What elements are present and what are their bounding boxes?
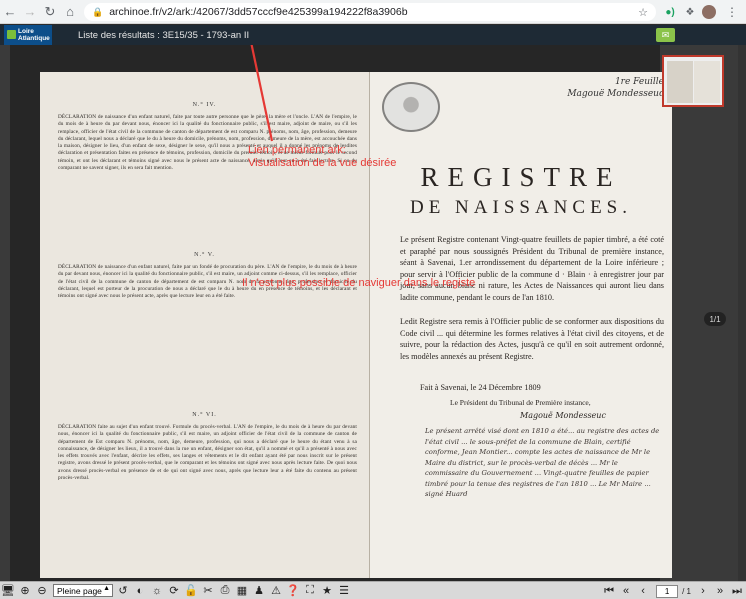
page-number-input[interactable]: 1	[656, 584, 679, 598]
lock-icon: 🔒	[92, 6, 104, 17]
viewer-scrollbar[interactable]	[738, 45, 746, 581]
unlock-icon[interactable]: 🔓	[183, 583, 199, 599]
last-page-icon[interactable]: ⏭	[729, 583, 745, 599]
browser-toolbar: ← → ↻ ⌂ 🔒 archinoe.fr/v2/ark:/42067/3dd5…	[0, 0, 746, 24]
prev-page-icon[interactable]: ‹	[635, 583, 651, 599]
browser-menu-icon[interactable]: ⋮	[724, 4, 740, 20]
first-page-icon[interactable]: ⏮	[601, 583, 617, 599]
next-fast-icon[interactable]: »	[712, 583, 728, 599]
printed-model-text: DÉCLARATION faite au sujet d'un enfant t…	[58, 424, 357, 482]
rotate-icon[interactable]: ↺	[115, 583, 131, 599]
register-body-text: Le présent Registre contenant Vingt-quat…	[400, 235, 664, 302]
zoom-out-icon[interactable]: ⊖	[34, 583, 50, 599]
viewer-toolbar: 🖥 ⊕ ⊖ Pleine page ▲ ↺ ◐ ☼ ⟳ 🔓 ✂ ⎙ ▦ ♟ ⚠ ❓…	[0, 581, 746, 599]
forward-arrow-icon[interactable]: →	[20, 2, 40, 22]
registre-heading: REGISTRE	[420, 162, 622, 192]
register-body-text-2: Ledit Registre sera remis à l'Officier p…	[400, 317, 664, 361]
app-header: Loire Atlantique Liste des résultats : 3…	[0, 25, 746, 45]
crop-icon[interactable]: ✂	[200, 583, 216, 599]
page-navigation: ⏮ « ‹ 1 / 1 › » ⏭	[601, 583, 746, 599]
image-viewer[interactable]: N.° IV. DÉCLARATION de naissance d'un en…	[0, 45, 746, 581]
contrast-icon[interactable]: ◐	[132, 583, 148, 599]
calendar-icon[interactable]: ▦	[234, 583, 250, 599]
address-bar[interactable]: 🔒 archinoe.fr/v2/ark:/42067/3dd57cccf9e4…	[84, 3, 656, 21]
naissances-heading: DE NAISSANCES.	[409, 197, 633, 218]
handwritten-certification: Le présent arrêté visé dont en 1810 a ét…	[425, 427, 660, 498]
scanned-register-image: N.° IV. DÉCLARATION de naissance d'un en…	[10, 45, 672, 581]
folio-signature: 1re Feuille Magouë Mondesseuc	[567, 77, 664, 99]
extensions-puzzle-icon[interactable]: ❖	[682, 4, 698, 20]
monitor-icon[interactable]: 🖥	[0, 583, 16, 599]
url-text: archinoe.fr/v2/ark:/42067/3dd57cccf9e425…	[109, 6, 408, 18]
back-arrow-icon[interactable]: ←	[0, 2, 20, 22]
recording-extension-icon[interactable]: ●)	[662, 4, 678, 20]
fait-line: Fait à Savenai, le 24 Décembre 1809	[420, 383, 541, 392]
reload-icon[interactable]: ↻	[40, 2, 60, 22]
page-indicator: 1/1	[704, 312, 726, 326]
fullscreen-icon[interactable]: ⛶	[302, 583, 318, 599]
brightness-icon[interactable]: ☼	[149, 583, 165, 599]
navigation-warning-annotation: Il n'est plus possible de naviguer dans …	[242, 277, 476, 289]
home-icon[interactable]: ⌂	[60, 2, 80, 22]
reset-icon[interactable]: ⟳	[166, 583, 182, 599]
zoom-select[interactable]: Pleine page ▲	[53, 584, 113, 597]
prev-fast-icon[interactable]: «	[618, 583, 634, 599]
bookmark-star-icon[interactable]: ☆	[638, 6, 648, 19]
section-title: N.° V.	[194, 252, 215, 258]
person-icon[interactable]: ♟	[251, 583, 267, 599]
print-icon[interactable]: ⎙	[217, 583, 233, 599]
profile-avatar[interactable]	[702, 5, 716, 19]
next-page-icon[interactable]: ›	[695, 583, 711, 599]
president-signature: Magouë Mondesseuc	[520, 411, 606, 420]
president-line: Le Président du Tribunal de Première ins…	[450, 398, 591, 407]
help-icon[interactable]: ❓	[285, 583, 301, 599]
zoom-in-icon[interactable]: ⊕	[17, 583, 33, 599]
imperial-seal-stamp	[382, 82, 440, 132]
favorite-star-icon[interactable]: ★	[319, 583, 335, 599]
right-page: 1re Feuille Magouë Mondesseuc REGISTRE D…	[370, 72, 672, 578]
section-title: N.° IV.	[192, 102, 217, 108]
menu-icon[interactable]: ☰	[336, 583, 352, 599]
loire-atlantique-logo[interactable]: Loire Atlantique	[4, 25, 52, 45]
results-list-label[interactable]: Liste des résultats : 3E15/35 - 1793-an …	[78, 30, 249, 41]
warning-icon[interactable]: ⚠	[268, 583, 284, 599]
ark-annotation: Lien permanent ark: Visualisation de la …	[248, 144, 397, 169]
section-title: N.° VI.	[192, 412, 217, 418]
mail-icon[interactable]: ✉	[656, 28, 675, 42]
thumbnail-navigator[interactable]	[662, 55, 724, 107]
page-total: / 1	[682, 586, 691, 596]
